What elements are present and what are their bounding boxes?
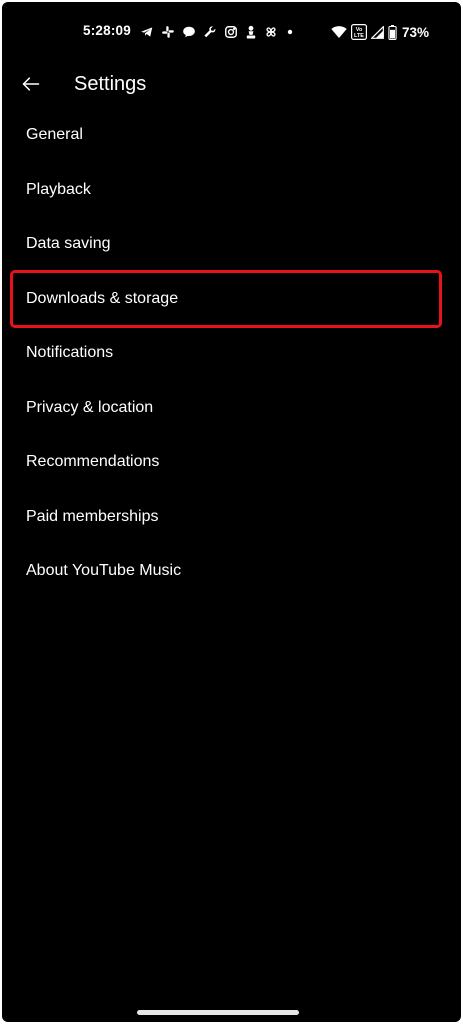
- pinwheel-icon: [264, 25, 278, 39]
- settings-item-notifications[interactable]: Notifications: [2, 326, 461, 381]
- volte-label-bottom: LTE: [354, 33, 364, 39]
- settings-item-paid-memberships[interactable]: Paid memberships: [2, 490, 461, 545]
- telegram-icon: [140, 25, 154, 39]
- back-button[interactable]: [16, 71, 46, 101]
- system-status-icons: Vo LTE 73%: [331, 22, 429, 42]
- settings-item-recommendations[interactable]: Recommendations: [2, 435, 461, 490]
- status-bar: 5:28:09 Vo LTE 73%: [2, 2, 461, 62]
- cellular-signal-icon: [371, 25, 384, 39]
- volte-icon: Vo LTE: [351, 24, 367, 40]
- battery-icon: [388, 24, 397, 40]
- instagram-icon: [224, 25, 238, 39]
- phone-screen: 5:28:09 Vo LTE 73% Settings General Play…: [2, 2, 461, 1022]
- wifi-icon: [331, 25, 347, 39]
- settings-item-privacy-location[interactable]: Privacy & location: [2, 381, 461, 436]
- settings-item-label: Playback: [26, 180, 91, 198]
- page-title: Settings: [74, 73, 147, 95]
- wrench-icon: [203, 25, 217, 39]
- home-indicator[interactable]: [137, 1010, 299, 1015]
- volte-label-top: Vo: [356, 27, 363, 33]
- chat-bubble-icon: [182, 25, 196, 39]
- slack-icon: [161, 25, 175, 39]
- settings-item-general[interactable]: General: [2, 108, 461, 163]
- settings-item-playback[interactable]: Playback: [2, 163, 461, 218]
- app-bar: Settings: [2, 62, 461, 112]
- settings-item-about[interactable]: About YouTube Music: [2, 544, 461, 599]
- settings-item-label: Paid memberships: [26, 507, 159, 525]
- settings-item-downloads-storage[interactable]: Downloads & storage: [2, 272, 461, 327]
- settings-item-label: Data saving: [26, 235, 111, 253]
- more-notifications-dot-icon: [285, 25, 295, 39]
- notification-icons: [140, 22, 295, 42]
- settings-item-label: Privacy & location: [26, 398, 154, 416]
- chess-pawn-icon: [245, 25, 257, 40]
- battery-percent: 73%: [402, 24, 430, 40]
- arrow-left-icon: [21, 74, 41, 99]
- settings-item-label: Downloads & storage: [26, 289, 179, 307]
- settings-item-label: Notifications: [26, 344, 114, 362]
- settings-item-label: About YouTube Music: [26, 562, 182, 580]
- settings-item-label: Recommendations: [26, 453, 160, 471]
- settings-item-label: General: [26, 126, 83, 144]
- settings-list: General Playback Data saving Downloads &…: [2, 108, 461, 599]
- status-time: 5:28:09: [83, 23, 131, 38]
- settings-item-data-saving[interactable]: Data saving: [2, 217, 461, 272]
